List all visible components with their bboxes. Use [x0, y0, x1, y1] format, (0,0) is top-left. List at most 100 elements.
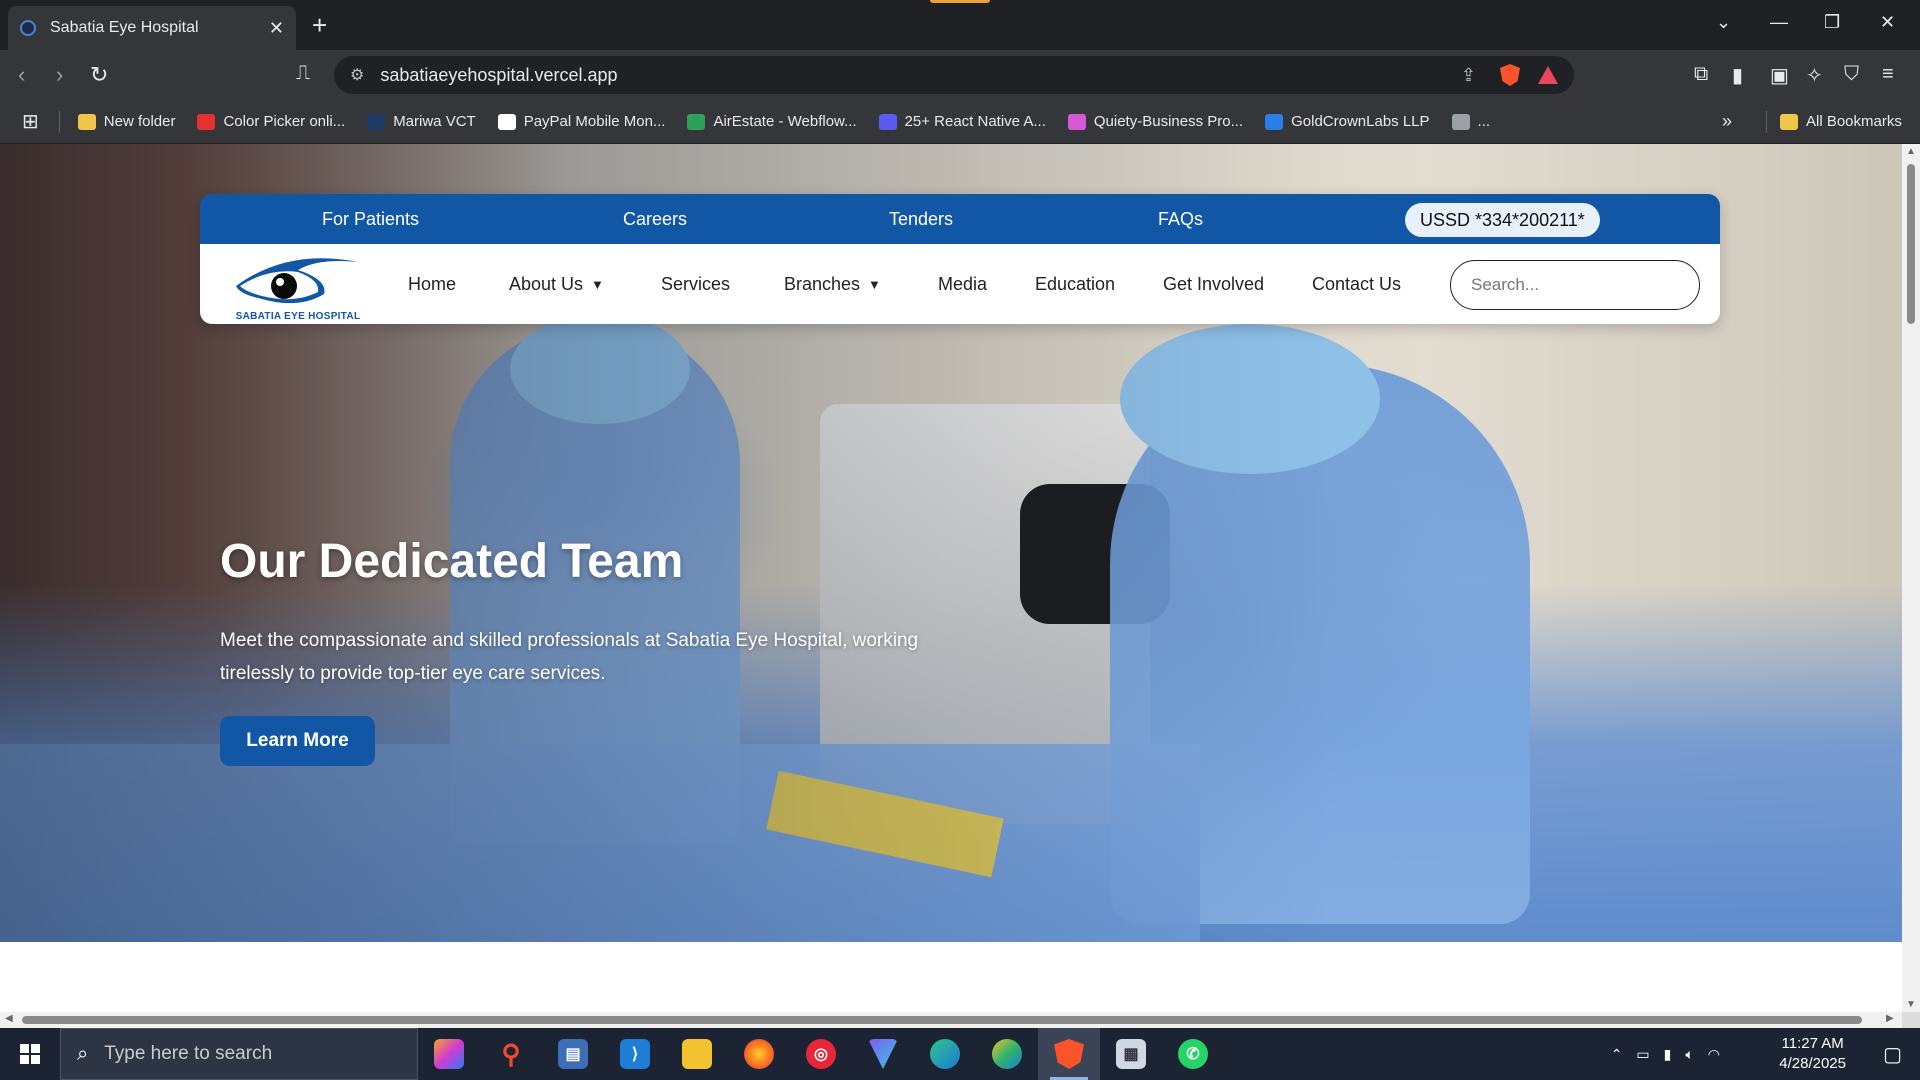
tray-chevron-up-icon[interactable]: ⌃ [1611, 1046, 1623, 1063]
bookmark-page-icon[interactable]: ⎍ [296, 62, 310, 85]
scroll-up-icon[interactable]: ▲ [1906, 146, 1916, 157]
scroll-right-icon[interactable]: ▶ [1886, 1013, 1894, 1024]
bookmark-label: AirEstate - Webflow... [713, 113, 857, 130]
nav-get-involved[interactable]: Get Involved [1163, 274, 1264, 295]
folder-icon [77, 113, 96, 130]
whatsapp-app[interactable]: ✆ [1162, 1028, 1224, 1080]
file-explorer-app[interactable] [666, 1028, 728, 1080]
link-tenders[interactable]: Tenders [889, 209, 953, 230]
file-transfer-app[interactable]: ▤ [542, 1028, 604, 1080]
scroll-down-icon[interactable]: ▼ [1906, 999, 1916, 1010]
site-search[interactable] [1450, 260, 1700, 310]
folder-icon [1780, 113, 1798, 130]
sidebar-icon[interactable]: ▮ [1732, 63, 1743, 88]
notepad-app[interactable]: ▦ [1100, 1028, 1162, 1080]
bookmark-favicon-icon [687, 113, 706, 130]
reload-icon[interactable]: ↻ [90, 62, 108, 88]
bookmark-item[interactable]: ... [1451, 113, 1490, 130]
battery-icon[interactable]: ▭ [1636, 1046, 1649, 1063]
wallet-icon[interactable]: ▣ [1770, 63, 1789, 88]
brave-app[interactable] [1038, 1028, 1100, 1080]
all-bookmarks-button[interactable]: All Bookmarks [1780, 113, 1902, 130]
notepad-icon: ▦ [1116, 1039, 1146, 1069]
restore-icon[interactable]: ❐ [1824, 12, 1840, 33]
bookmark-label: Quiety-Business Pro... [1093, 113, 1244, 130]
storage-icon[interactable]: ▮ [1664, 1046, 1672, 1063]
bookmark-item[interactable]: AirEstate - Webflow... [687, 113, 857, 130]
volume-icon[interactable]: 🔈︎ [1685, 1046, 1693, 1063]
nav-education[interactable]: Education [1035, 274, 1115, 295]
learn-more-button[interactable]: Learn More [220, 716, 375, 766]
vertical-scroll-thumb[interactable] [1907, 164, 1915, 324]
browser-tab[interactable]: Sabatia Eye Hospital ✕ [8, 6, 296, 50]
bookmarks-overflow-icon[interactable]: » [1722, 111, 1732, 132]
brave-rewards-icon[interactable] [1538, 66, 1558, 84]
notification-icon[interactable]: ▢ [1883, 1042, 1902, 1067]
horizontal-scrollbar[interactable]: ◀ ▶ [0, 1012, 1902, 1028]
whatsapp-icon: ✆ [1178, 1039, 1208, 1069]
extensions-icon[interactable]: ⧉ [1694, 63, 1708, 86]
search-input[interactable] [1471, 275, 1681, 295]
site-logo[interactable]: SABATIA EYE HOSPITAL [228, 250, 368, 322]
address-bar[interactable]: ⚙ sabatiaeyehospital.vercel.app ⇪ [334, 56, 1574, 94]
leo-ai-icon[interactable]: ✧ [1806, 63, 1823, 88]
bookmark-item[interactable]: GoldCrownLabs LLP [1265, 113, 1430, 130]
forward-icon[interactable]: › [56, 62, 63, 88]
back-icon[interactable]: ‹ [18, 62, 25, 88]
url-text[interactable]: sabatiaeyehospital.vercel.app [380, 65, 1461, 86]
brave-shields-icon[interactable] [1500, 64, 1520, 86]
nav-about-us[interactable]: About Us ▼ [509, 274, 604, 295]
vpn-icon[interactable]: ⛉ [1844, 63, 1859, 86]
scroll-left-icon[interactable]: ◀ [5, 1013, 13, 1024]
search-app[interactable]: ⚲ [480, 1028, 542, 1080]
copilot-app[interactable] [418, 1028, 480, 1080]
nav-home[interactable]: Home [408, 274, 456, 295]
apps-grid-icon[interactable]: ⊞ [22, 109, 39, 134]
menu-icon[interactable]: ≡ [1882, 63, 1894, 86]
bookmark-list: New folder Color Picker onli... Mariwa VCT… [77, 113, 1512, 130]
vscode-app[interactable]: ⟩ [604, 1028, 666, 1080]
edge-icon [930, 1039, 960, 1069]
close-tab-icon[interactable]: ✕ [269, 18, 284, 39]
bookmark-item[interactable]: PayPal Mobile Mon... [497, 113, 665, 130]
nav-contact-us[interactable]: Contact Us [1312, 274, 1401, 295]
link-faqs[interactable]: FAQs [1158, 209, 1203, 230]
bookmark-item[interactable]: Color Picker onli... [197, 113, 345, 130]
nav-about-us-label: About Us [509, 274, 584, 294]
tab-search-chevron-icon[interactable]: ⌄ [1716, 12, 1731, 33]
recorder-app[interactable]: ◎ [790, 1028, 852, 1080]
copilot-icon [434, 1039, 464, 1069]
bookmark-item[interactable]: 25+ React Native A... [878, 113, 1046, 130]
edge-app[interactable] [914, 1028, 976, 1080]
taskbar-search[interactable]: ⌕ Type here to search [60, 1028, 418, 1080]
link-for-patients[interactable]: For Patients [322, 209, 419, 230]
minimize-icon[interactable]: — [1770, 12, 1788, 33]
horizontal-scroll-thumb[interactable] [22, 1016, 1862, 1024]
edge-beta-app[interactable] [976, 1028, 1038, 1080]
start-button[interactable] [0, 1028, 60, 1080]
bookmark-favicon-icon [1451, 113, 1470, 130]
nav-branches[interactable]: Branches ▼ [784, 274, 881, 295]
clock[interactable]: 11:27 AM 4/28/2025 [1779, 1034, 1846, 1074]
logo-text: SABATIA EYE HOSPITAL [235, 311, 361, 322]
bookmark-item[interactable]: New folder [77, 113, 175, 130]
wifi-icon[interactable]: ◠ [1708, 1046, 1720, 1063]
site-info-icon[interactable]: ⚙ [350, 65, 364, 85]
bookmark-item[interactable]: Quiety-Business Pro... [1067, 113, 1244, 130]
share-icon[interactable]: ⇪ [1461, 65, 1476, 86]
page-viewport: For Patients Careers Tenders FAQs USSD *… [0, 144, 1902, 1012]
bookmark-item[interactable]: Mariwa VCT [367, 113, 476, 130]
vertical-scrollbar[interactable]: ▲ ▼ [1902, 144, 1920, 1012]
link-careers[interactable]: Careers [623, 209, 687, 230]
site-favicon-icon [20, 20, 36, 36]
close-window-icon[interactable]: ✕ [1880, 12, 1895, 33]
ussd-badge[interactable]: USSD *334*200211* [1405, 203, 1600, 237]
vpn-app[interactable] [852, 1028, 914, 1080]
new-tab-button[interactable]: + [312, 10, 327, 41]
nav-media[interactable]: Media [938, 274, 987, 295]
brave-icon [1054, 1039, 1084, 1069]
nav-services[interactable]: Services [661, 274, 730, 295]
bookmark-label: GoldCrownLabs LLP [1291, 113, 1430, 130]
clock-date: 4/28/2025 [1779, 1055, 1846, 1072]
firefox-app[interactable] [728, 1028, 790, 1080]
